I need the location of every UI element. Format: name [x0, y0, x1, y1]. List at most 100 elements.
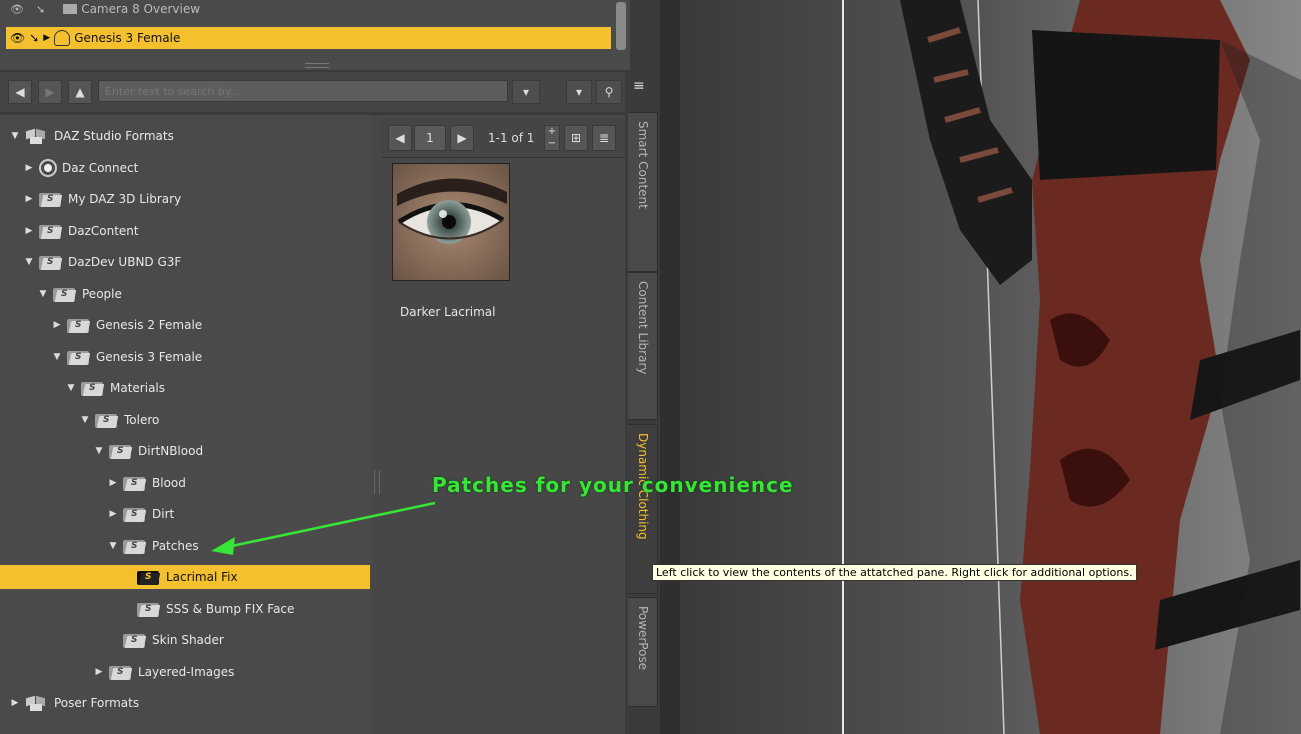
scene-item-genesis-3-female[interactable]: 👁 ➘ ▶ Genesis 3 Female: [6, 27, 611, 49]
up-button[interactable]: ▲: [68, 80, 92, 104]
search-filter-dropdown[interactable]: ▾: [566, 80, 592, 104]
content-thumbnail[interactable]: [392, 163, 510, 281]
folder-icon: S: [67, 317, 91, 333]
tree-item[interactable]: ▶ S Genesis 2 Female: [0, 313, 370, 337]
tab-label: PowerPose: [636, 606, 650, 671]
tab-label: Content Library: [636, 281, 650, 375]
folder-icon: S: [95, 412, 119, 428]
back-button[interactable]: ◀: [8, 80, 32, 104]
forward-button[interactable]: ▶: [38, 80, 62, 104]
folder-icon: S: [53, 286, 77, 302]
splitter-grip[interactable]: [305, 63, 329, 68]
thumb-size-stepper[interactable]: + −: [544, 125, 560, 151]
page-number-field[interactable]: 1: [414, 125, 446, 151]
collapsed-arrow-icon[interactable]: ▶: [108, 509, 118, 519]
annotation-text: Patches for your convenience: [432, 473, 794, 497]
selectable-arrow-icon[interactable]: ➘: [29, 31, 39, 45]
tree-item[interactable]: ▼ S DazDev UBND G3F: [0, 250, 370, 274]
annotation-arrow-icon: [211, 501, 436, 555]
3d-viewport[interactable]: [660, 0, 1301, 734]
expanded-arrow-icon[interactable]: ▼: [24, 257, 34, 267]
tab-smart-content[interactable]: Smart Content: [628, 112, 658, 272]
tree-item[interactable]: ▶ S DazContent: [0, 219, 370, 243]
list-view-icon[interactable]: ≣: [592, 125, 616, 151]
search-input[interactable]: [98, 80, 508, 102]
tree-item[interactable]: ▼ S DirtNBlood: [0, 439, 370, 463]
expanded-arrow-icon[interactable]: ▼: [94, 446, 104, 456]
folder-icon: S: [137, 569, 161, 585]
scene-item-label: Genesis 3 Female: [74, 31, 181, 45]
folder-icon: S: [67, 349, 91, 365]
collapsed-arrow-icon[interactable]: ▶: [24, 194, 34, 204]
collapsed-arrow-icon[interactable]: ▶: [94, 667, 104, 677]
search-icon[interactable]: ⚲: [596, 80, 622, 104]
collapsed-arrow-icon[interactable]: ▶: [108, 478, 118, 488]
scene-item-camera[interactable]: 👁 ➘ Camera 8 Overview: [6, 0, 611, 18]
expanded-arrow-icon[interactable]: ▼: [10, 131, 20, 141]
collapsed-arrow-icon[interactable]: ▶: [24, 226, 34, 236]
tree-item[interactable]: S Skin Shader: [0, 628, 370, 652]
tree-item[interactable]: ▼ S Materials: [0, 376, 370, 400]
content-item-label[interactable]: Darker Lacrimal: [400, 305, 495, 319]
expand-arrow-icon[interactable]: ▶: [43, 33, 50, 43]
tab-content-library[interactable]: Content Library: [628, 272, 658, 420]
tree-item-label: Skin Shader: [152, 633, 224, 647]
tree-item-label: Blood: [152, 476, 186, 490]
tree-item[interactable]: ▼ DAZ Studio Formats: [0, 124, 370, 148]
tree-item-label: DirtNBlood: [138, 444, 204, 458]
tree-item[interactable]: S SSS & Bump FIX Face: [0, 597, 370, 621]
horizontal-splitter[interactable]: [0, 60, 630, 70]
expanded-arrow-icon[interactable]: ▼: [66, 383, 76, 393]
vertical-splitter[interactable]: [372, 115, 382, 734]
collapsed-arrow-icon[interactable]: ▶: [24, 163, 34, 173]
folder-icon: S: [39, 223, 63, 239]
folder-icon: S: [109, 443, 133, 459]
folder-icon: S: [81, 380, 105, 396]
tree-item[interactable]: ▶ S My DAZ 3D Library: [0, 187, 370, 211]
tree-item-label: Tolero: [124, 413, 160, 427]
tree-item[interactable]: ▼ S People: [0, 282, 370, 306]
pane-tabs: ≡ Smart Content Content Library Dynamic …: [625, 72, 660, 734]
visibility-eye-icon[interactable]: 👁: [10, 3, 24, 16]
content-tree: ▼ DAZ Studio Formats ▶ Daz Connect ▶ S My DAZ …: [0, 115, 372, 734]
tree-item[interactable]: ▶ S Layered-Images: [0, 660, 370, 684]
pane-menu-icon[interactable]: ≡: [633, 78, 651, 96]
tab-label: Smart Content: [636, 121, 650, 209]
camera-icon: [63, 4, 78, 14]
tree-item-label: SSS & Bump FIX Face: [166, 602, 295, 616]
tree-item-label: Poser Formats: [54, 696, 140, 710]
folder-icon: S: [39, 254, 63, 270]
expanded-arrow-icon[interactable]: ▼: [38, 289, 48, 299]
content-toolbar: ◀ 1 ▶ 1-1 of 1 + − ⊞ ≣: [382, 119, 625, 158]
selectable-arrow-icon[interactable]: ➘: [36, 3, 45, 16]
content-view: ◀ 1 ▶ 1-1 of 1 + − ⊞ ≣ Darker Lacrimal: [382, 115, 625, 734]
tree-item-label: Lacrimal Fix: [166, 570, 238, 584]
tree-item[interactable]: ▼ S Tolero: [0, 408, 370, 432]
folder-icon: S: [123, 506, 147, 522]
icon-view-icon[interactable]: ⊞: [564, 125, 588, 151]
expanded-arrow-icon[interactable]: ▼: [108, 541, 118, 551]
scene-scrollbar[interactable]: [616, 2, 626, 50]
visibility-eye-icon[interactable]: 👁: [10, 31, 25, 45]
tree-item-label: My DAZ 3D Library: [68, 192, 182, 206]
collapsed-arrow-icon[interactable]: ▶: [10, 698, 20, 708]
tree-item-label: People: [82, 287, 122, 301]
eye-thumbnail-image: [393, 164, 509, 280]
tree-item-label: Layered-Images: [138, 665, 235, 679]
daz-connect-icon: [39, 159, 57, 177]
collapsed-arrow-icon[interactable]: ▶: [52, 320, 62, 330]
package-icon: [25, 694, 49, 712]
search-history-dropdown[interactable]: ▾: [512, 80, 540, 104]
tree-item[interactable]: ▶ Daz Connect: [0, 156, 370, 180]
previous-page-button[interactable]: ◀: [388, 125, 412, 151]
tab-powerpose[interactable]: PowerPose: [628, 597, 658, 707]
tree-item-label: Dirt: [152, 507, 175, 521]
expanded-arrow-icon[interactable]: ▼: [80, 415, 90, 425]
tree-item[interactable]: ▼ S Genesis 3 Female: [0, 345, 370, 369]
tree-item[interactable]: ▶ Poser Formats: [0, 691, 370, 715]
scene-item-label: Camera 8 Overview: [81, 2, 201, 16]
tree-item[interactable]: S Lacrimal Fix: [0, 565, 370, 589]
tree-item-label: DazContent: [68, 224, 139, 238]
next-page-button[interactable]: ▶: [450, 125, 474, 151]
expanded-arrow-icon[interactable]: ▼: [52, 352, 62, 362]
